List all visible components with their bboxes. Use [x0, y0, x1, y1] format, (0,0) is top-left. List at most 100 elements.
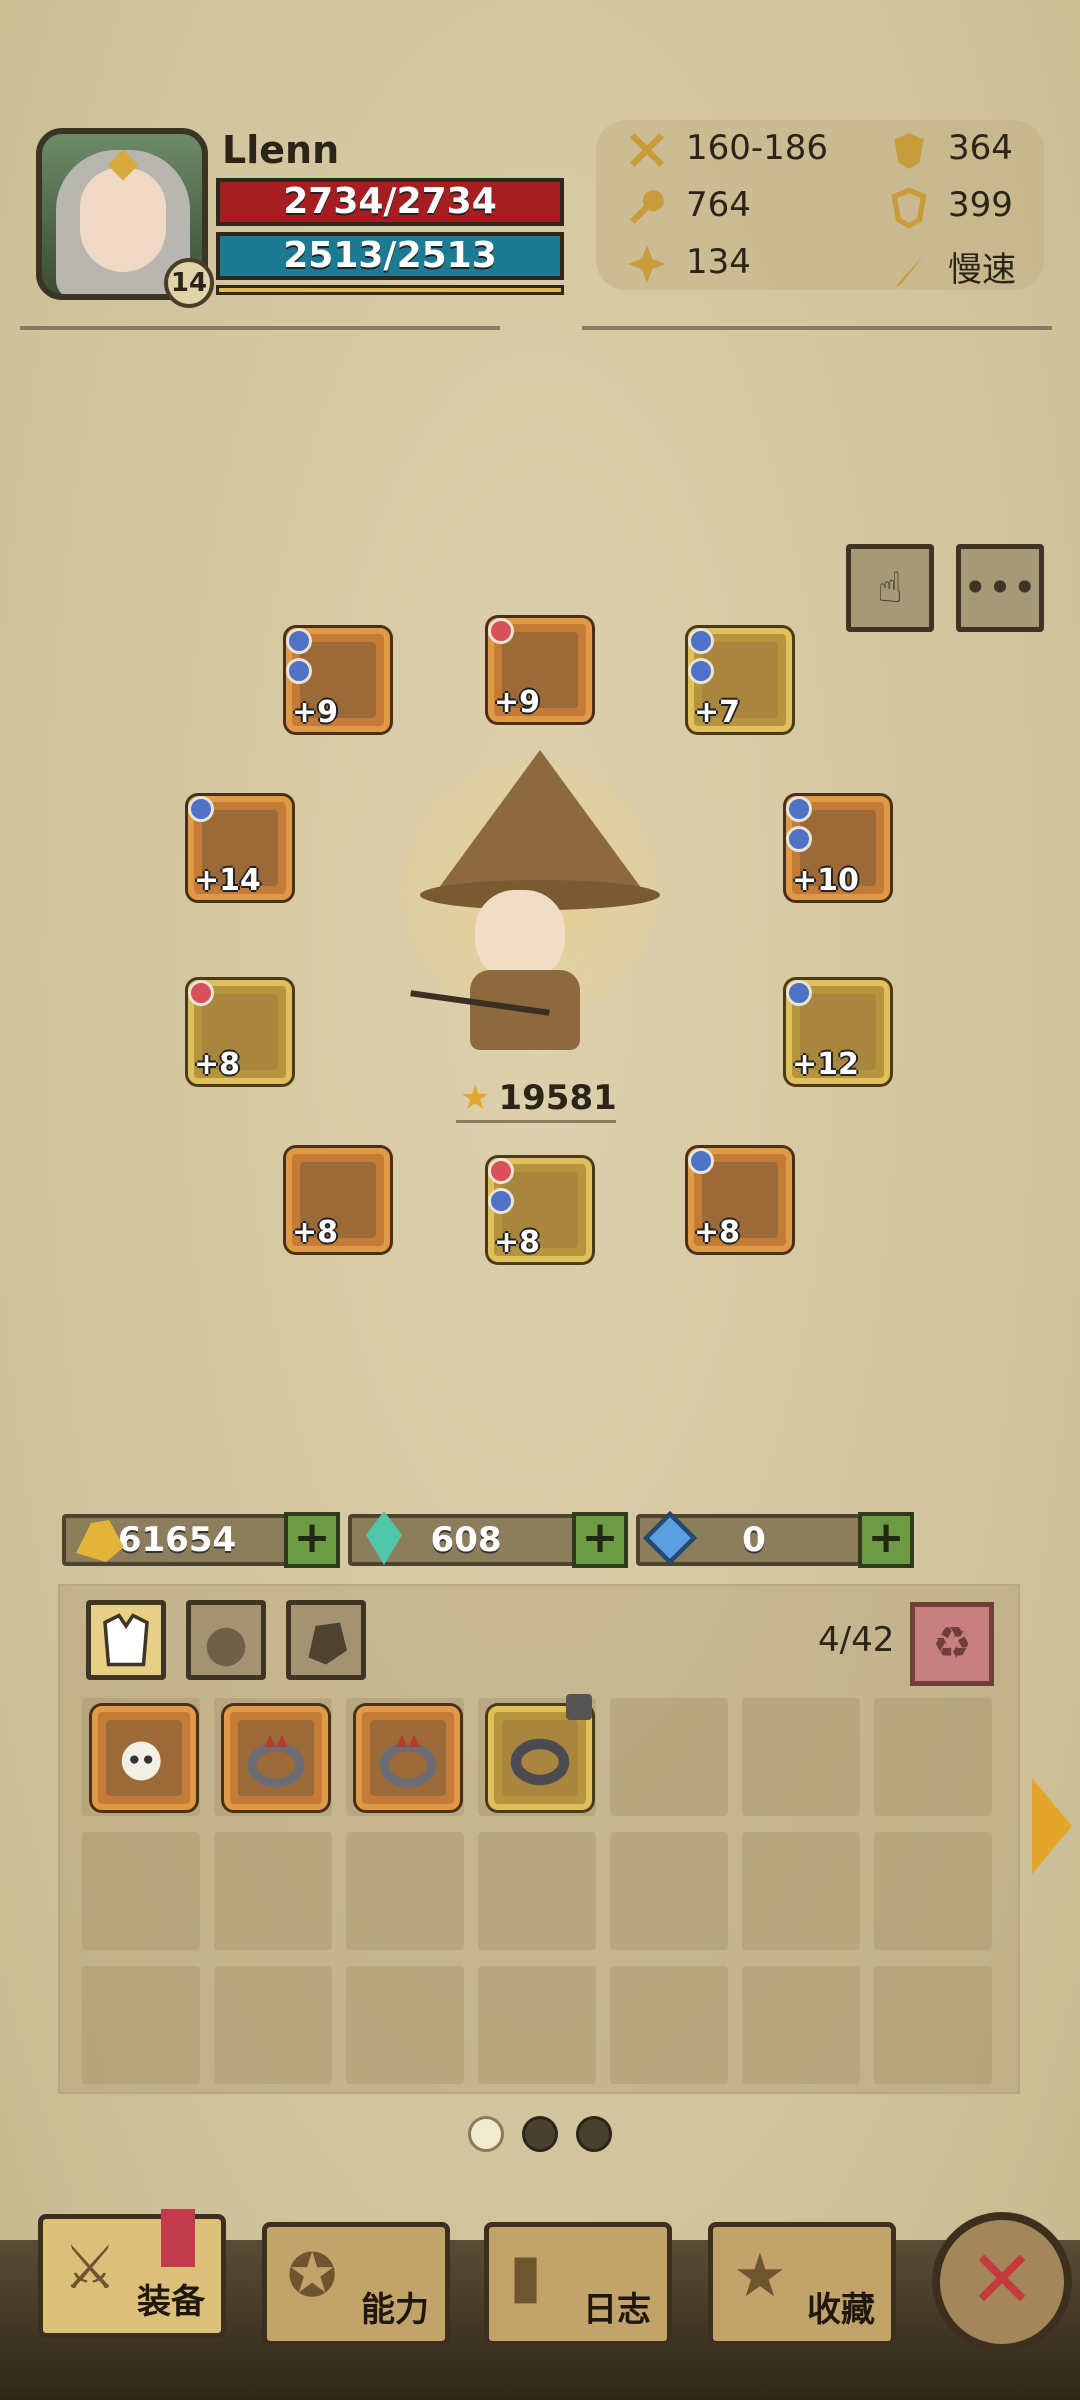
ore-icon: [308, 1622, 347, 1665]
pouch-icon: [206, 1627, 246, 1667]
tab-consumables[interactable]: [186, 1600, 266, 1680]
magic-shield-icon: [891, 186, 927, 228]
inventory-cell[interactable]: [214, 1832, 332, 1950]
armor-icon: [103, 1613, 149, 1667]
bookmark-ribbon-icon: [161, 2209, 195, 2267]
inventory-item-skull-amulet[interactable]: [92, 1706, 196, 1810]
page-dot-3[interactable]: [576, 2116, 612, 2152]
equip-slot-pants[interactable]: +12: [786, 980, 890, 1084]
blue-gem-icon: [642, 1510, 698, 1566]
nav-collection[interactable]: ★ 收藏: [708, 2222, 896, 2346]
equip-slot-helmet[interactable]: +9: [286, 628, 390, 732]
gem-socket-icon: [786, 796, 812, 822]
add-crystal-button[interactable]: +: [572, 1512, 628, 1568]
stat-magic-defense: 399: [888, 185, 1013, 228]
combat-power: ★ 19581: [460, 1078, 617, 1118]
stat-crit: 134: [626, 242, 751, 285]
gem-socket-icon: [786, 826, 812, 852]
equip-slot-armor[interactable]: +10: [786, 796, 890, 900]
nav-journal[interactable]: ▮ 日志: [484, 2222, 672, 2346]
star-icon: ★: [460, 1078, 491, 1118]
gem-socket-icon: [188, 980, 214, 1006]
inventory-cell[interactable]: [610, 1832, 728, 1950]
next-page-arrow[interactable]: [1032, 1778, 1072, 1874]
gem-socket-icon: [688, 658, 714, 684]
inventory-cell[interactable]: [82, 1966, 200, 2084]
crystal-icon: [366, 1511, 402, 1565]
nav-equipment[interactable]: ⚔ 装备: [38, 2209, 226, 2338]
skull-icon: [121, 1741, 161, 1781]
pose-button[interactable]: ☝: [846, 544, 934, 632]
inventory-cell[interactable]: [742, 1832, 860, 1950]
recycle-icon: ♻: [932, 1618, 972, 1669]
equip-slot-accessory[interactable]: +8: [688, 1148, 792, 1252]
inventory-item-iron-ring[interactable]: [488, 1706, 592, 1810]
close-icon: ✕: [968, 2233, 1036, 2326]
player-level-badge: 14: [164, 258, 214, 308]
stat-magic: 764: [626, 185, 751, 228]
equip-slot-cape[interactable]: +7: [688, 628, 792, 732]
inventory-cell[interactable]: [742, 1698, 860, 1816]
equip-slot-gloves[interactable]: +8: [188, 980, 292, 1084]
inventory-count: 4/42: [818, 1620, 895, 1660]
gem-socket-icon: [488, 1188, 514, 1214]
inventory-item-spiked-ring[interactable]: [224, 1706, 328, 1810]
lock-icon: [566, 1694, 592, 1720]
equip-slot-weapon[interactable]: +14: [188, 796, 292, 900]
recycle-button[interactable]: ♻: [910, 1602, 994, 1686]
gem-socket-icon: [488, 618, 514, 644]
magic-staff-icon: [630, 189, 664, 224]
inventory-cell[interactable]: [214, 1966, 332, 2084]
gold-nugget-icon: [76, 1520, 124, 1562]
crossed-swords-icon: [630, 132, 664, 167]
inventory-cell[interactable]: [346, 1966, 464, 2084]
player-name: Llenn: [222, 128, 340, 172]
add-gem-button[interactable]: +: [858, 1512, 914, 1568]
character-hat: [430, 750, 650, 900]
tab-materials[interactable]: [286, 1600, 366, 1680]
mp-bar: 2513/2513: [216, 232, 564, 280]
ability-rune-icon: ✪: [287, 2241, 338, 2311]
ring-icon: [247, 1735, 305, 1788]
inventory-cell[interactable]: [874, 1698, 992, 1816]
tab-equipment[interactable]: [86, 1600, 166, 1680]
star-burst-icon: [628, 244, 666, 283]
gem-socket-icon: [188, 796, 214, 822]
inventory-cell[interactable]: [874, 1966, 992, 2084]
nav-ability[interactable]: ✪ 能力: [262, 2222, 450, 2346]
gem-socket-icon: [688, 1148, 714, 1174]
close-button[interactable]: ✕: [932, 2212, 1072, 2352]
inventory-cell[interactable]: [82, 1832, 200, 1950]
inventory-cell[interactable]: [874, 1832, 992, 1950]
hand-sparkle-icon: ☝: [877, 563, 903, 612]
inventory-cell[interactable]: [742, 1966, 860, 2084]
equip-slot-ring[interactable]: +8: [286, 1148, 390, 1252]
ring-icon: [510, 1738, 570, 1786]
stat-attack-speed: 慢速: [888, 242, 1016, 293]
add-gold-button[interactable]: +: [284, 1512, 340, 1568]
inventory-cell[interactable]: [478, 1966, 596, 2084]
shield-swords-icon: [894, 132, 924, 169]
hp-bar: 2734/2734: [216, 178, 564, 226]
equip-slot-hat[interactable]: +9: [488, 618, 592, 722]
page-dot-1[interactable]: [468, 2116, 504, 2152]
inventory-cell[interactable]: [346, 1832, 464, 1950]
gem-socket-icon: [786, 980, 812, 1006]
gem-socket-icon: [286, 658, 312, 684]
more-options-button[interactable]: •••: [956, 544, 1044, 632]
inventory-cell[interactable]: [478, 1832, 596, 1950]
character-face: [475, 890, 565, 980]
inventory-cell[interactable]: [610, 1966, 728, 2084]
equip-slot-boots[interactable]: +8: [488, 1158, 592, 1262]
header-divider-left: [20, 326, 500, 330]
stat-defense: 364: [888, 128, 1013, 171]
inventory-item-spiked-ring[interactable]: [356, 1706, 460, 1810]
ring-icon: [379, 1735, 437, 1788]
journal-book-icon: ▮: [509, 2241, 543, 2311]
page-dot-2[interactable]: [522, 2116, 558, 2152]
stat-attack: 160-186: [626, 128, 828, 171]
gem-socket-icon: [488, 1158, 514, 1184]
axe-icon: ⚔: [63, 2233, 117, 2303]
inventory-cell[interactable]: [610, 1698, 728, 1816]
more-dots-icon: •••: [962, 563, 1038, 612]
